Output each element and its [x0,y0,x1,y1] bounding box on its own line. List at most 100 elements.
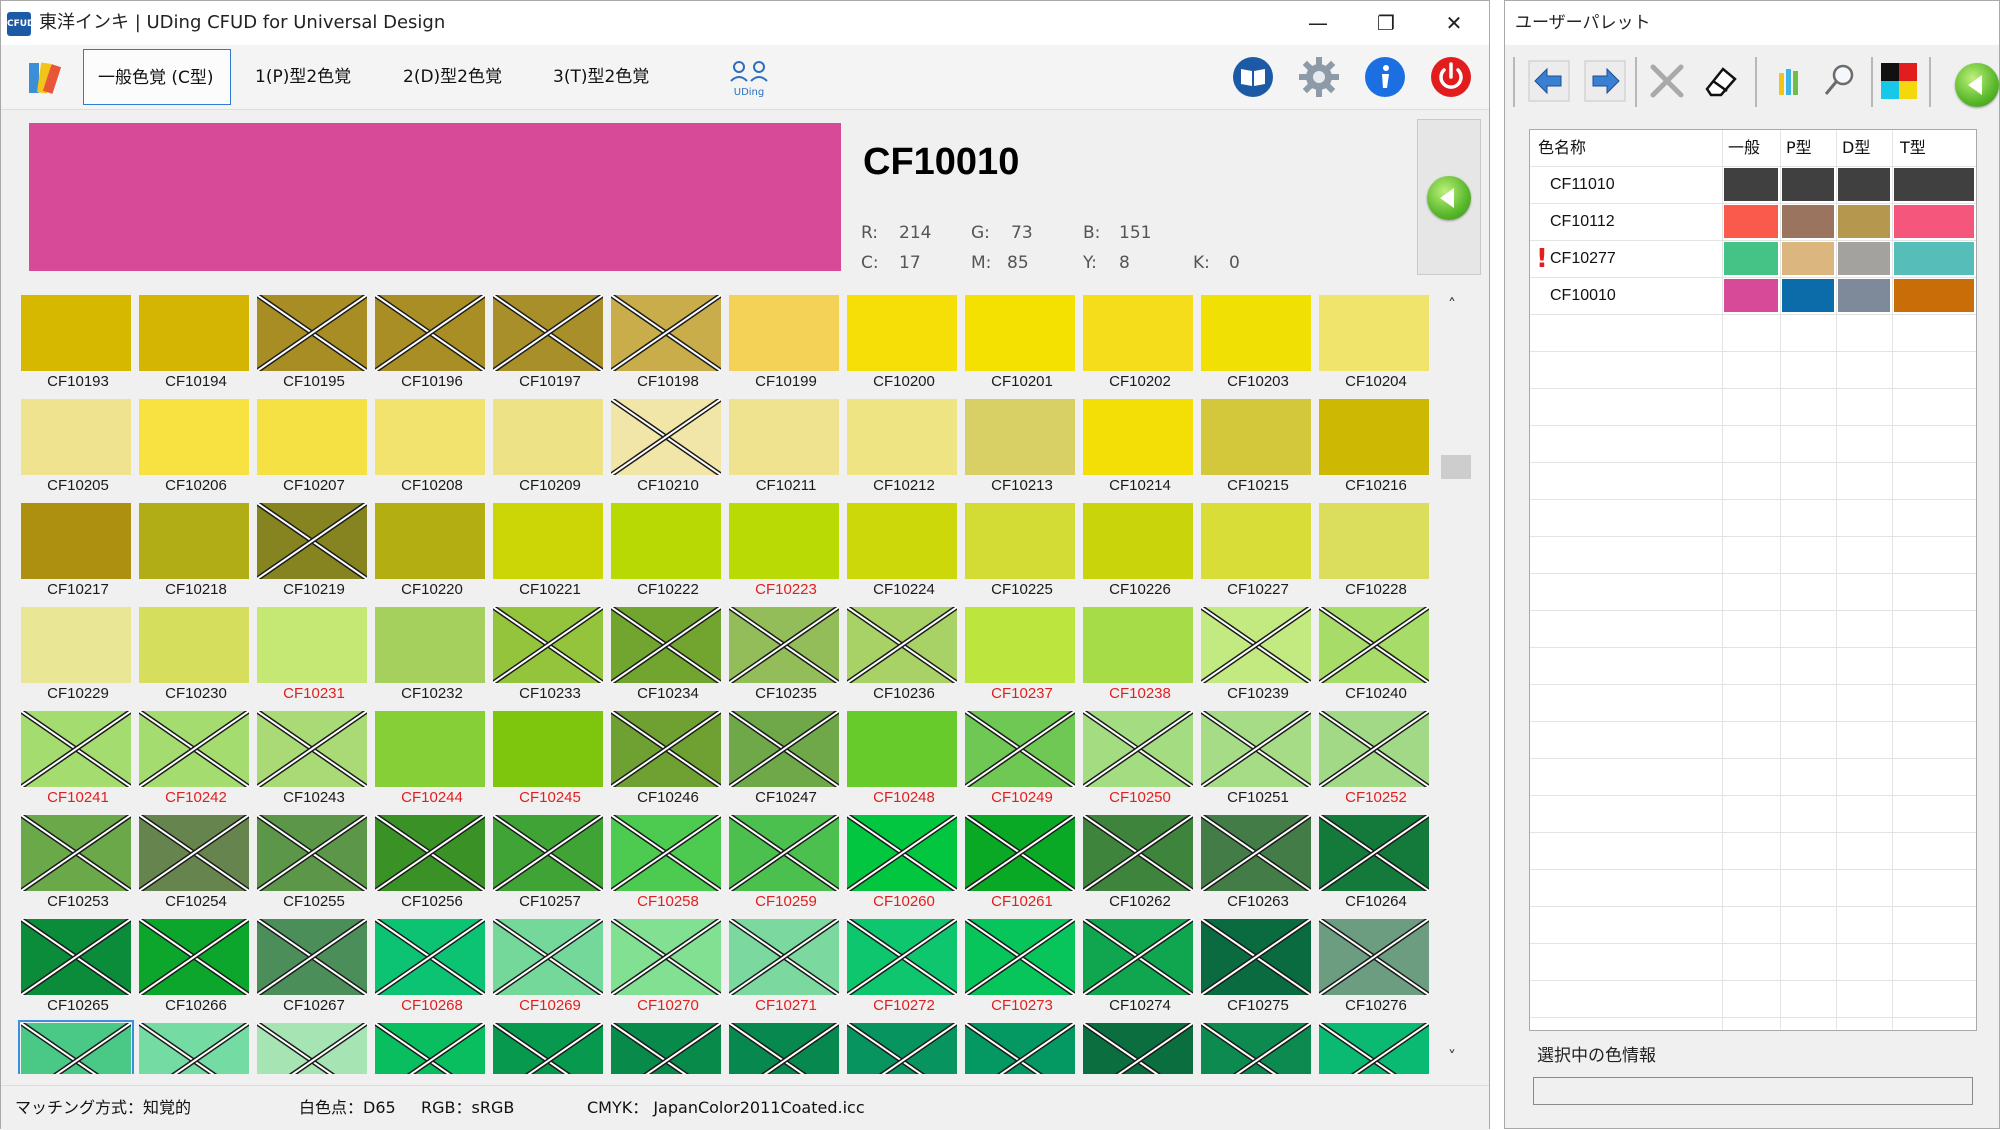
swatch-cell[interactable]: CF10210 [607,395,721,499]
eraser-icon[interactable] [1699,59,1743,103]
color-swatch[interactable] [139,1023,249,1074]
swatch-cell[interactable]: CF10263 [1197,811,1311,915]
palette-color-chip[interactable] [1894,279,1974,312]
swatch-cell[interactable] [17,1019,134,1074]
color-swatch[interactable] [493,295,603,371]
swatch-cell[interactable]: CF10218 [135,499,249,603]
palette-color-chip[interactable] [1724,242,1778,275]
color-swatch[interactable] [611,919,721,995]
color-swatch[interactable] [611,711,721,787]
color-swatch[interactable] [729,503,839,579]
swatch-cell[interactable]: CF10239 [1197,603,1311,707]
color-swatch[interactable] [21,711,131,787]
palette-color-chip[interactable] [1782,242,1834,275]
swatch-cell[interactable]: CF10259 [725,811,839,915]
swatch-cell[interactable]: CF10261 [961,811,1075,915]
scroll-up-arrow-icon[interactable]: ˄ [1437,295,1467,314]
palette-color-chip[interactable] [1782,168,1834,201]
color-swatch[interactable] [847,711,957,787]
color-swatch[interactable] [139,711,249,787]
swatch-cell[interactable]: CF10199 [725,291,839,395]
swatch-cell[interactable]: CF10260 [843,811,957,915]
color-swatch[interactable] [965,503,1075,579]
swatch-cell[interactable]: CF10274 [1079,915,1193,1019]
swatch-cell[interactable]: CF10240 [1315,603,1429,707]
swatch-cell[interactable]: CF10230 [135,603,249,707]
scroll-down-arrow-icon[interactable]: ˅ [1437,1047,1467,1066]
swatch-cell[interactable]: CF10205 [17,395,131,499]
swatch-cell[interactable]: CF10198 [607,291,721,395]
swatch-cell[interactable]: CF10193 [17,291,131,395]
swatch-cell[interactable]: CF10223 [725,499,839,603]
color-swatch[interactable] [1319,607,1429,683]
color-swatch[interactable] [493,607,603,683]
swatch-cell[interactable]: CF10235 [725,603,839,707]
swatch-cell[interactable]: CF10248 [843,707,957,811]
swatch-cell[interactable]: CF10266 [135,915,249,1019]
add-to-palette-arrow-icon[interactable] [1427,176,1471,220]
swatch-cell[interactable]: CF10258 [607,811,721,915]
swatch-cell[interactable]: CF10224 [843,499,957,603]
swatch-cell[interactable]: CF10243 [253,707,367,811]
swatch-cell[interactable]: CF10233 [489,603,603,707]
color-swatch[interactable] [375,503,485,579]
swatch-cell[interactable]: CF10231 [253,603,367,707]
color-swatch[interactable] [1083,607,1193,683]
palette-color-chip[interactable] [1894,168,1974,201]
color-swatch[interactable] [847,1023,957,1074]
swatch-cell[interactable]: CF10237 [961,603,1075,707]
color-swatch[interactable] [965,607,1075,683]
color-swatch[interactable] [611,815,721,891]
color-swatch[interactable] [139,607,249,683]
color-swatch[interactable] [729,295,839,371]
color-blocks-icon[interactable] [1877,59,1921,103]
tab-d-type[interactable]: 2(D)型2色覚 [389,49,516,105]
color-swatch[interactable] [21,295,131,371]
color-swatch[interactable] [1083,295,1193,371]
color-swatch[interactable] [847,919,957,995]
swatch-cell[interactable] [725,1019,839,1074]
uding-logo-icon[interactable]: UDing [727,55,771,99]
color-swatch[interactable] [18,1020,134,1074]
color-swatch[interactable] [375,815,485,891]
swatch-cell[interactable]: CF10268 [371,915,485,1019]
book-icon[interactable] [1231,55,1275,99]
close-button[interactable]: ✕ [1421,1,1487,45]
palette-color-chip[interactable] [1894,205,1974,238]
swatch-cell[interactable] [253,1019,367,1074]
color-swatch[interactable] [375,607,485,683]
swatch-cell[interactable]: CF10253 [17,811,131,915]
color-swatch[interactable] [1083,711,1193,787]
color-swatch[interactable] [493,815,603,891]
swatch-cell[interactable]: CF10228 [1315,499,1429,603]
swatch-cell[interactable]: CF10217 [17,499,131,603]
color-swatch[interactable] [139,919,249,995]
color-swatch[interactable] [1319,711,1429,787]
swatch-cell[interactable] [843,1019,957,1074]
color-swatch[interactable] [21,815,131,891]
palette-row-name[interactable]: CF10112 [1550,203,1615,240]
color-swatch[interactable] [1319,1023,1429,1074]
color-swatch[interactable] [1201,1023,1311,1074]
color-swatch[interactable] [729,815,839,891]
color-swatch[interactable] [257,607,367,683]
swatch-cell[interactable]: CF10213 [961,395,1075,499]
swatch-cell[interactable]: CF10256 [371,811,485,915]
color-swatch[interactable] [493,503,603,579]
swatch-cell[interactable]: CF10201 [961,291,1075,395]
color-swatch[interactable] [1083,919,1193,995]
swatch-cell[interactable]: CF10195 [253,291,367,395]
color-swatch[interactable] [611,1023,721,1074]
swatch-cell[interactable]: CF10247 [725,707,839,811]
color-swatch[interactable] [847,607,957,683]
pencils-icon[interactable] [1767,59,1811,103]
color-swatch[interactable] [1083,503,1193,579]
color-swatch[interactable] [847,815,957,891]
palette-row-name[interactable]: CF10010 [1550,277,1616,314]
color-swatch[interactable] [965,919,1075,995]
swatch-cell[interactable]: CF10220 [371,499,485,603]
color-swatch[interactable] [493,919,603,995]
swatch-cell[interactable]: CF10238 [1079,603,1193,707]
color-swatch[interactable] [965,711,1075,787]
color-swatch[interactable] [493,711,603,787]
